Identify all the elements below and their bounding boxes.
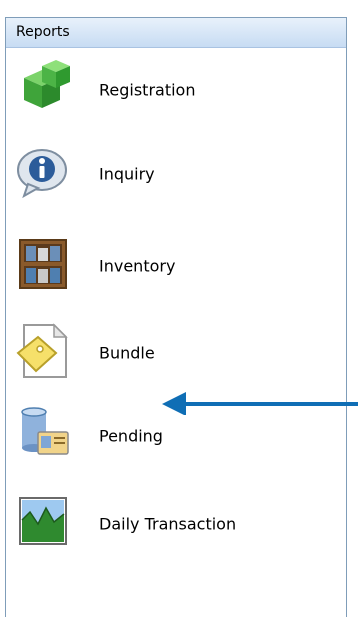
- reports-item-label: Registration: [99, 80, 196, 100]
- reports-item-label: Daily Transaction: [99, 514, 237, 534]
- info-icon: [17, 149, 67, 199]
- panel-header: Reports: [6, 18, 346, 48]
- reports-item-inquiry[interactable]: Inquiry: [16, 144, 336, 204]
- reports-item-label: Pending: [99, 426, 163, 446]
- reports-item-pending[interactable]: Pending: [16, 406, 336, 466]
- reports-item-daily-transaction[interactable]: Daily Transaction: [16, 494, 336, 554]
- reports-item-registration[interactable]: Registration: [16, 60, 336, 120]
- database-card-icon: [21, 407, 69, 455]
- reports-panel: Reports Registration Inquiry Inventory B…: [5, 17, 347, 617]
- reports-item-label: Bundle: [99, 343, 155, 363]
- green-cubes-icon: [24, 60, 70, 108]
- arrow-left-icon: [162, 392, 358, 415]
- document-tag-icon: [16, 323, 68, 378]
- reports-item-bundle[interactable]: Bundle: [16, 323, 336, 383]
- reports-item-label: Inventory: [99, 256, 176, 276]
- reports-item-label: Inquiry: [99, 164, 155, 184]
- bookshelf-icon: [19, 239, 67, 289]
- reports-item-inventory[interactable]: Inventory: [16, 236, 336, 296]
- chart-icon: [19, 497, 67, 545]
